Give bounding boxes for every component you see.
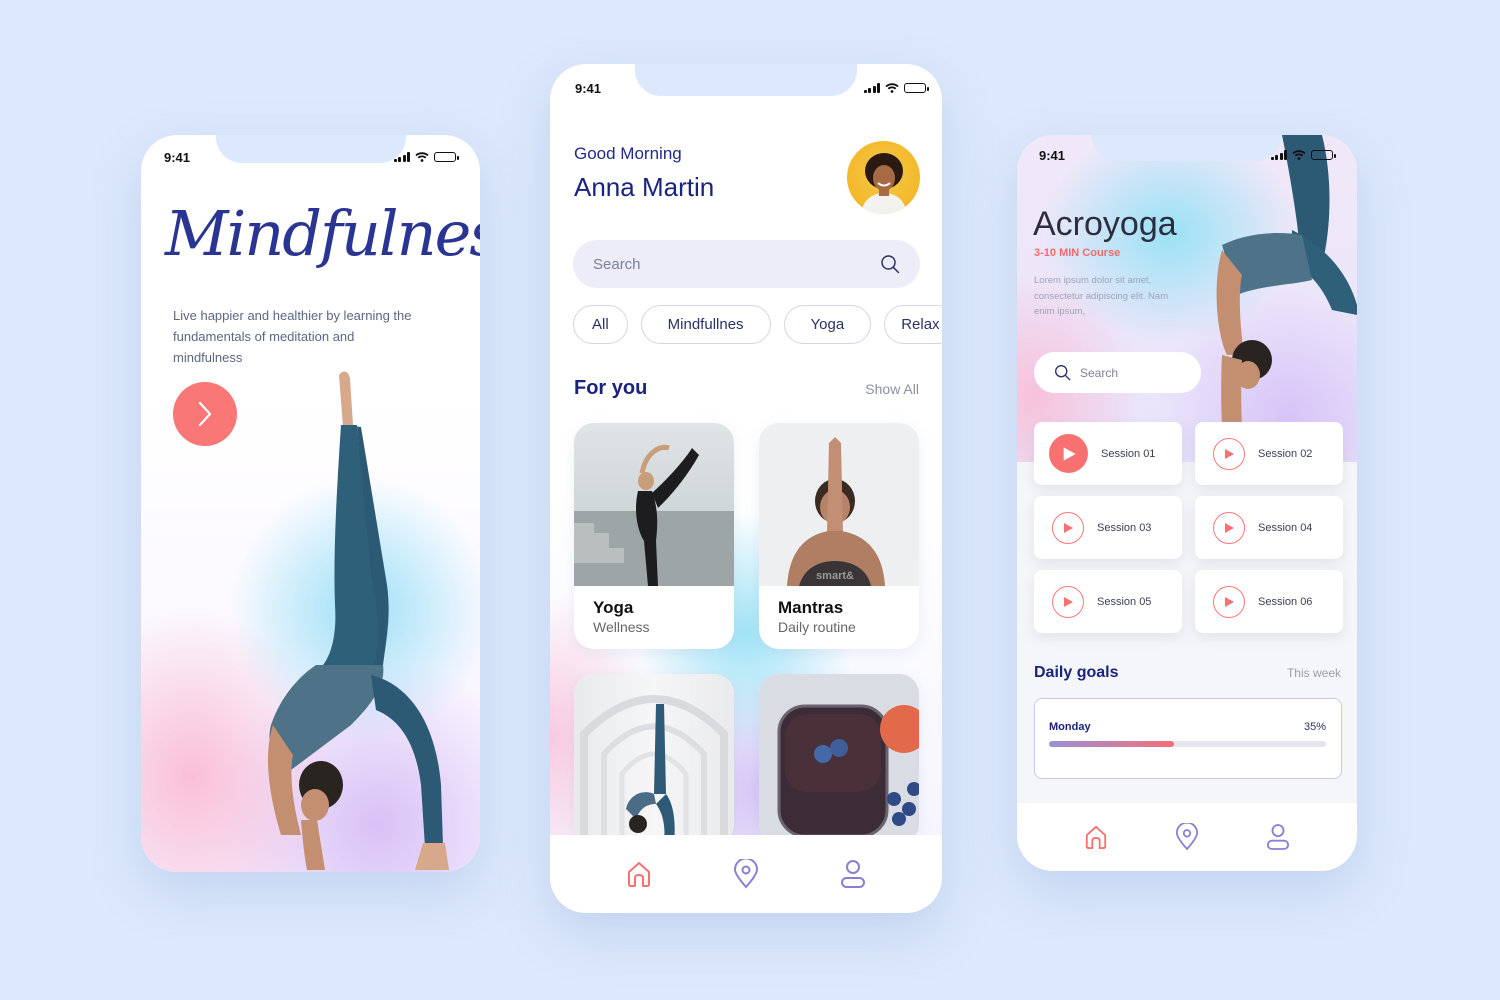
play-icon[interactable] — [1213, 511, 1245, 544]
goal-day: Monday — [1049, 721, 1091, 733]
chip-yoga[interactable]: Yoga — [783, 305, 872, 344]
status-time: 9:41 — [1039, 147, 1066, 163]
search-input[interactable] — [1080, 365, 1190, 380]
search-icon[interactable] — [880, 254, 900, 274]
acroyoga-pose-illustration — [1216, 135, 1357, 465]
location-pin-icon[interactable] — [1175, 823, 1199, 851]
show-all-link[interactable]: Show All — [865, 381, 919, 397]
card-image — [574, 674, 734, 844]
session-label: Session 06 — [1258, 595, 1313, 608]
session-grid: Session 01 Session 02 Session 03 Session 04… — [1034, 422, 1343, 633]
goals-period-filter[interactable]: This week — [1287, 666, 1341, 680]
avatar[interactable] — [847, 141, 920, 214]
yoga-photo — [574, 444, 734, 586]
mantras-photo: smart& — [787, 437, 885, 586]
svg-text:smart&: smart& — [816, 570, 854, 582]
card-yoga[interactable]: Yoga Wellness — [574, 423, 734, 649]
card-subtitle: Daily routine — [778, 619, 856, 635]
chip-relax[interactable]: Relax — [884, 305, 942, 344]
status-time: 9:41 — [575, 80, 602, 96]
wifi-icon — [1292, 150, 1306, 160]
section-title: For you — [574, 377, 648, 399]
goals-title: Daily goals — [1034, 664, 1119, 681]
status-bar: 9:41 — [550, 64, 942, 112]
for-you-header: For you Show All — [574, 377, 919, 400]
goal-card[interactable]: Monday 35% — [1034, 698, 1342, 779]
wifi-icon — [885, 83, 899, 93]
play-icon[interactable] — [1052, 511, 1084, 544]
goal-percent: 35% — [1303, 721, 1326, 733]
card-mantras[interactable]: smart& Mantras Daily routine — [759, 423, 919, 649]
onboarding-screen: 9:41 Mindfulness Live happier and health… — [141, 135, 480, 872]
play-icon[interactable] — [1049, 434, 1088, 473]
search-input[interactable] — [593, 255, 843, 273]
card-subtitle: Wellness — [593, 619, 650, 635]
battery-icon — [904, 83, 929, 93]
profile-icon[interactable] — [840, 859, 866, 889]
session-label: Session 05 — [1097, 595, 1152, 608]
course-screen: 9:41 Acroyoga 3-10 MIN Course Lorem ipsu… — [1017, 135, 1357, 871]
search-icon — [1055, 365, 1071, 381]
session-label: Session 04 — [1258, 521, 1313, 534]
status-bar: 9:41 — [1017, 135, 1357, 175]
session-label: Session 03 — [1097, 521, 1152, 534]
location-pin-icon[interactable] — [733, 859, 759, 889]
next-button[interactable] — [173, 382, 237, 446]
course-duration: 3-10 MIN Course — [1034, 247, 1121, 259]
bottom-nav — [550, 835, 942, 913]
status-time: 9:41 — [164, 149, 191, 165]
session-item[interactable]: Session 03 — [1034, 496, 1182, 559]
app-title: Mindfulness — [165, 197, 480, 270]
card-title: Mantras — [778, 598, 844, 617]
battery-icon — [434, 152, 459, 162]
play-icon[interactable] — [1213, 585, 1245, 618]
session-item[interactable]: Session 02 — [1195, 422, 1343, 485]
user-name: Anna Martin — [574, 172, 715, 202]
bottom-nav — [1017, 803, 1357, 871]
backbend-photo — [580, 695, 728, 844]
search-bar[interactable] — [573, 240, 920, 288]
goal-progress-bar — [1049, 741, 1326, 747]
greeting-text: Good Morning — [574, 144, 682, 163]
course-description: Lorem ipsum dolor sit amet, consectetur … — [1034, 275, 1169, 317]
session-label: Session 01 — [1101, 447, 1156, 460]
wifi-icon — [415, 152, 429, 162]
status-bar: 9:41 — [141, 135, 480, 179]
chip-mindfulness[interactable]: Mindfullnes — [640, 305, 771, 344]
session-item[interactable]: Session 06 — [1195, 570, 1343, 633]
card-image — [574, 423, 734, 586]
card-image: smart& — [759, 423, 919, 586]
intro-description: Live happier and healthier by learning t… — [173, 308, 412, 365]
smoothie-photo — [777, 704, 919, 838]
goal-progress-fill — [1049, 741, 1174, 747]
daily-goals-header: Daily goals This week — [1034, 664, 1341, 682]
signal-icon — [393, 152, 410, 162]
session-item[interactable]: Session 01 — [1034, 422, 1182, 485]
chip-all[interactable]: All — [573, 305, 628, 344]
search-bar[interactable] — [1034, 352, 1201, 393]
avatar-photo — [861, 153, 907, 214]
category-chips: All Mindfullnes Yoga Relax — [573, 305, 942, 344]
profile-icon[interactable] — [1266, 823, 1290, 851]
chevron-right-icon — [198, 401, 212, 427]
card-backbend[interactable] — [574, 674, 734, 844]
signal-icon — [1270, 150, 1287, 160]
card-title: Yoga — [593, 598, 634, 617]
play-icon[interactable] — [1213, 437, 1245, 470]
session-item[interactable]: Session 05 — [1034, 570, 1182, 633]
course-title: Acroyoga — [1033, 205, 1177, 243]
yoga-pose-illustration — [267, 371, 449, 870]
home-screen: 9:41 Good Morning Anna Martin All Mindfu… — [550, 64, 942, 913]
play-icon[interactable] — [1052, 585, 1084, 618]
session-item[interactable]: Session 04 — [1195, 496, 1343, 559]
card-smoothie[interactable] — [759, 674, 919, 844]
card-image — [759, 674, 919, 844]
home-icon[interactable] — [1084, 824, 1108, 850]
session-label: Session 02 — [1258, 447, 1313, 460]
home-icon[interactable] — [626, 860, 652, 888]
battery-icon — [1311, 150, 1336, 160]
signal-icon — [863, 83, 880, 93]
